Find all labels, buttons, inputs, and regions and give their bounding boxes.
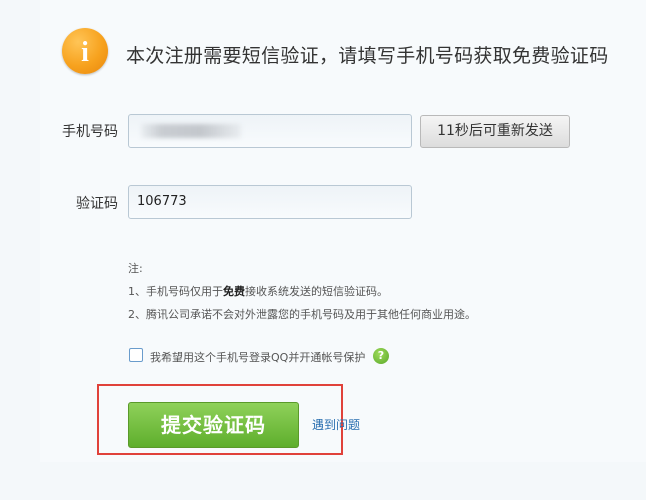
phone-label: 手机号码: [62, 124, 118, 140]
verification-code-input[interactable]: 106773: [128, 185, 412, 219]
note-line-2: 2、腾讯公司承诺不会对外泄露您的手机号码及用于其他任何商业用途。: [128, 308, 476, 321]
problem-link[interactable]: 遇到问题: [312, 416, 360, 433]
resend-button[interactable]: 11秒后可重新发送: [420, 115, 570, 148]
code-label: 验证码: [76, 196, 118, 212]
protection-label[interactable]: 我希望用这个手机号登录QQ并开通帐号保护: [150, 349, 365, 365]
submit-code-button[interactable]: 提交验证码: [128, 402, 299, 448]
info-icon: i: [62, 28, 108, 74]
help-icon[interactable]: ?: [373, 348, 389, 364]
phone-input[interactable]: [128, 114, 412, 148]
notes-title: 注:: [128, 262, 143, 275]
notes: 注: 1、手机号码仅用于免费接收系统发送的短信验证码。 2、腾讯公司承诺不会对外…: [128, 257, 476, 326]
info-icon-glyph: i: [81, 37, 89, 68]
phone-redaction: [141, 124, 241, 138]
page-title: 本次注册需要短信验证，请填写手机号码获取免费验证码: [126, 45, 609, 67]
note-line-1: 1、手机号码仅用于免费接收系统发送的短信验证码。: [128, 285, 388, 298]
protection-checkbox[interactable]: [129, 348, 143, 362]
